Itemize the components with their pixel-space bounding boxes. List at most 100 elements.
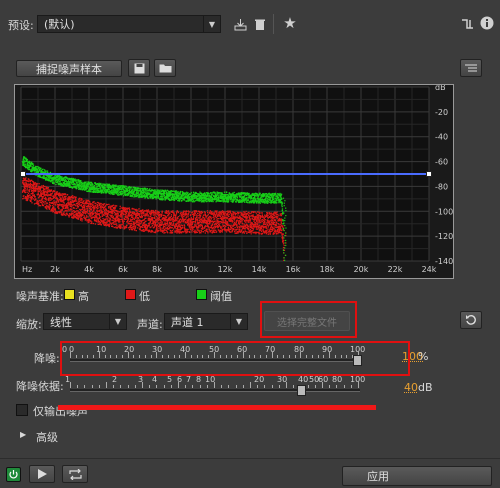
series-point [259,216,262,218]
series-point [189,225,191,227]
series-point [50,202,52,204]
series-point [75,198,77,201]
series-point [97,187,100,190]
series-point [258,222,260,224]
series-point [170,230,172,232]
series-point [162,226,165,229]
delete-preset-icon[interactable] [252,16,268,32]
series-point [267,219,269,221]
capture-noise-print-button[interactable]: 捕捉噪声样本 [16,60,122,77]
save-noise-print-button[interactable] [128,59,150,77]
series-point [202,216,205,219]
series-point [183,211,185,213]
info-icon[interactable] [479,15,495,31]
series-point [37,192,39,195]
series-point [277,232,279,235]
series-point [232,220,234,223]
series-point [264,220,266,223]
series-point [33,203,36,205]
series-point [52,205,54,207]
series-point [158,197,160,199]
series-point [103,207,106,209]
series-point [206,228,208,230]
series-point [167,224,169,226]
series-point [31,198,33,200]
series-point [95,189,97,191]
series-point [148,192,151,194]
series-point [66,194,69,196]
series-point [53,194,56,196]
series-point [230,219,232,221]
series-point [50,199,52,201]
series-point [85,213,87,215]
series-point [233,223,235,225]
series-point [220,212,222,214]
series-point [42,196,44,198]
series-point [277,225,279,228]
series-point [191,231,193,233]
series-point [26,184,29,186]
x-tick-label: 14k [252,265,267,274]
series-point [55,183,57,186]
noise-spectrum-chart[interactable]: Hz 2k 4k 6k 8k 10k 12k 14k 16k 18k 20k 22k 24kdB-20-… [15,85,453,278]
series-point [30,161,33,163]
series-point [173,214,175,216]
series-point [271,215,274,218]
series-point [147,209,150,211]
series-point [97,207,99,209]
series-point [28,167,31,169]
favorite-star-icon[interactable]: ★ [282,14,298,32]
series-point [113,226,115,229]
open-noise-print-button[interactable] [154,59,176,77]
series-point [272,223,275,226]
series-point [87,216,89,218]
series-point [131,220,133,223]
series-point [144,224,146,226]
series-point [89,185,92,187]
series-point [164,218,167,221]
series-point [247,216,249,218]
series-point [213,231,215,233]
series-point [76,216,78,219]
series-point [114,209,117,212]
series-point [81,199,83,201]
series-point [63,212,65,214]
series-point [271,221,273,224]
menu-icon [465,64,477,72]
series-point [93,212,95,214]
series-point [24,191,27,194]
series-point [187,228,189,231]
series-point [155,230,157,232]
series-point [121,215,123,217]
series-point [211,224,214,226]
series-point [159,213,161,215]
series-point [71,206,73,208]
series-point [31,196,33,199]
panel-menu-button[interactable] [460,59,482,77]
routing-icon[interactable] [459,16,475,32]
series-point [104,223,107,225]
series-point [103,223,105,225]
series-point [128,186,130,189]
series-point [159,214,161,217]
save-preset-icon[interactable] [232,16,248,32]
series-point [149,188,151,190]
series-point [176,222,178,224]
series-point [166,221,169,223]
series-point [274,220,276,222]
series-point [227,226,230,229]
series-point [119,185,121,187]
series-point [157,194,160,196]
series-point [175,213,178,215]
series-point [46,191,49,194]
series-point [48,190,50,193]
series-point [175,224,178,226]
series-point [131,207,134,210]
series-point [51,207,54,209]
series-point [70,182,73,184]
y-tick-label: -120 [435,232,453,241]
series-point [71,210,73,212]
preset-select[interactable]: (默认) ▼ [37,15,221,33]
series-point [158,229,160,232]
series-point [282,241,284,243]
